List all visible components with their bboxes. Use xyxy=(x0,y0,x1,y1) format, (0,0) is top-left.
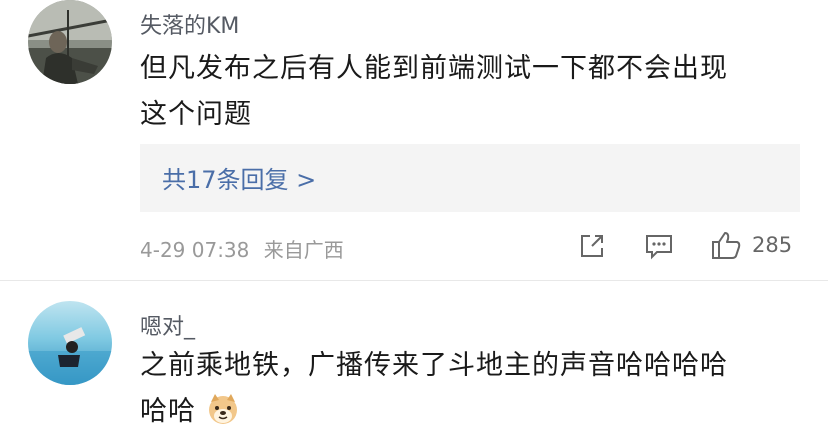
avatar[interactable] xyxy=(28,301,112,385)
comment-item: 嗯对_ 之前乘地铁，广播传来了斗地主的声音哈哈哈哈 哈哈 xyxy=(0,281,828,437)
share-icon xyxy=(581,235,603,257)
username[interactable]: 嗯对_ xyxy=(140,309,195,341)
comment-text: 之前乘地铁，广播传来了斗地主的声音哈哈哈哈 哈哈 xyxy=(140,343,800,441)
comment-button[interactable] xyxy=(644,232,674,260)
like-count: 285 xyxy=(752,233,793,257)
location: 来自广西 xyxy=(263,238,344,262)
doge-emoji-icon xyxy=(206,392,240,441)
comment-item: 失落的KM 但凡发布之后有人能到前端测试一下都不会出现 这个问题 共17条回复 … xyxy=(0,0,828,280)
comment-icon xyxy=(646,235,672,260)
like-button[interactable]: 285 xyxy=(710,230,792,260)
username[interactable]: 失落的KM xyxy=(140,8,239,40)
comment-text-line: 之前乘地铁，广播传来了斗地主的声音哈哈哈哈 xyxy=(140,350,728,381)
comment-meta: 4-29 07:38 来自广西 xyxy=(140,234,344,263)
comment-text-line: 但凡发布之后有人能到前端测试一下都不会出现 xyxy=(140,53,728,84)
share-button[interactable] xyxy=(578,232,606,260)
comment-text: 但凡发布之后有人能到前端测试一下都不会出现 这个问题 xyxy=(140,46,800,138)
view-replies-link[interactable]: 共17条回复 > xyxy=(162,160,316,195)
comment-text-segment: 哈哈 xyxy=(140,396,196,427)
timestamp: 4-29 07:38 xyxy=(140,238,250,262)
like-icon xyxy=(712,232,741,259)
replies-box[interactable]: 共17条回复 > xyxy=(140,144,800,212)
comment-text-line: 这个问题 xyxy=(140,99,252,130)
comment-text-line: 哈哈 xyxy=(140,389,800,441)
avatar[interactable] xyxy=(28,0,112,84)
